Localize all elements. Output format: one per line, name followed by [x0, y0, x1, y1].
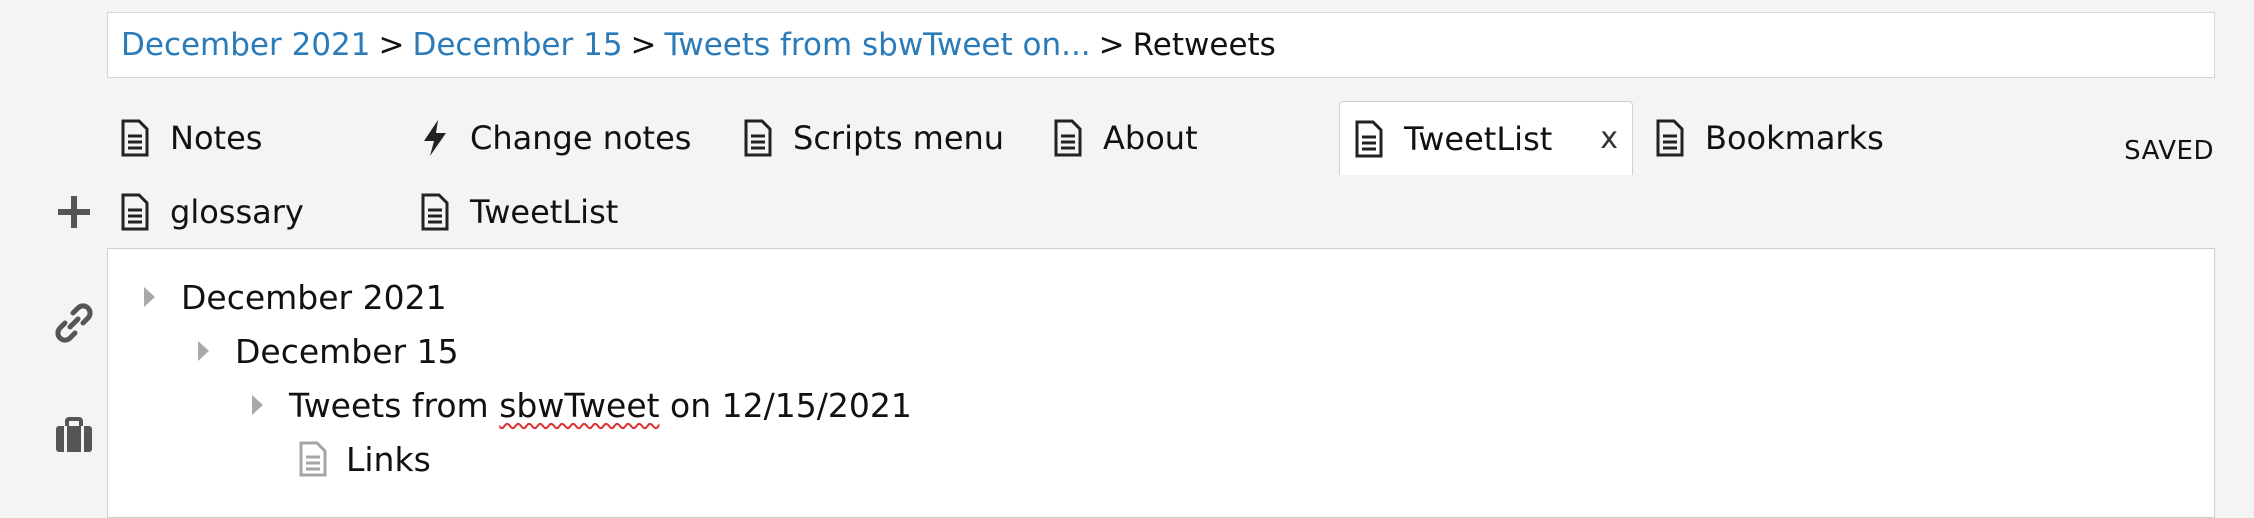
tab-tweetlist-active[interactable]: TweetList x [1339, 101, 1633, 175]
tab-about[interactable]: About [1053, 108, 1198, 168]
breadcrumb-link-month[interactable]: December 2021 [121, 27, 371, 63]
tab-tweetlist[interactable]: TweetList [420, 182, 618, 242]
tab-glossary[interactable]: glossary [120, 182, 304, 242]
clipboard-button[interactable] [50, 412, 98, 460]
tree-node[interactable]: December 15 [198, 327, 459, 375]
outline-panel: December 2021 December 15 Tweets from sb… [107, 248, 2215, 518]
tab-scripts-menu[interactable]: Scripts menu [743, 108, 1004, 168]
plus-icon [58, 196, 90, 228]
close-tab-button[interactable]: x [1600, 121, 1618, 156]
breadcrumb-link-tweets[interactable]: Tweets from sbwTweet on... [665, 27, 1091, 63]
document-icon [120, 119, 150, 157]
briefcase-icon [56, 417, 92, 452]
lightning-icon [420, 119, 450, 157]
tree-node-label: December 2021 [181, 277, 447, 317]
tree-node-label-prefix: Tweets from [289, 385, 500, 425]
tab-bookmarks[interactable]: Bookmarks [1655, 108, 1884, 168]
page-icon [298, 441, 328, 477]
caret-right-icon[interactable] [198, 341, 209, 361]
tree-node-label: Tweets from sbwTweet on 12/15/2021 [289, 386, 912, 425]
tree-node-label-suffix: on 12/15/2021 [659, 385, 912, 425]
caret-right-icon[interactable] [144, 287, 155, 307]
breadcrumb-separator: > [630, 27, 657, 63]
tab-label: TweetList [1404, 119, 1553, 158]
tab-change-notes[interactable]: Change notes [420, 108, 691, 168]
add-button[interactable] [50, 188, 98, 236]
document-icon [120, 193, 150, 231]
tree-node[interactable]: December 2021 [144, 273, 447, 321]
tab-label: Bookmarks [1705, 119, 1884, 157]
tree-node[interactable]: Tweets from sbwTweet on 12/15/2021 [252, 381, 912, 429]
tab-label: Change notes [470, 119, 692, 157]
document-icon [1053, 119, 1083, 157]
tab-notes[interactable]: Notes [120, 108, 262, 168]
tab-label: Scripts menu [793, 119, 1005, 157]
document-icon [420, 193, 450, 231]
breadcrumb: December 2021 > December 15 > Tweets fro… [107, 12, 2215, 78]
tab-label: glossary [170, 193, 304, 231]
tree-node-label: December 15 [235, 331, 459, 371]
document-icon [743, 119, 773, 157]
misspelled-word: sbwTweet [499, 385, 660, 425]
breadcrumb-link-day[interactable]: December 15 [412, 27, 622, 63]
tab-label: Notes [170, 119, 263, 157]
tree-node[interactable]: Links [298, 435, 431, 483]
caret-right-icon[interactable] [252, 395, 263, 415]
saved-status: SAVED [2124, 136, 2214, 166]
document-icon [1655, 119, 1685, 157]
tree-node-label: Links [346, 439, 431, 479]
link-button[interactable] [50, 299, 98, 347]
breadcrumb-separator: > [1098, 27, 1125, 63]
breadcrumb-current: Retweets [1132, 27, 1276, 63]
tab-label: TweetList [470, 193, 619, 231]
link-icon [55, 303, 93, 343]
document-icon [1354, 120, 1384, 158]
tab-label: About [1103, 119, 1198, 157]
breadcrumb-separator: > [378, 27, 405, 63]
